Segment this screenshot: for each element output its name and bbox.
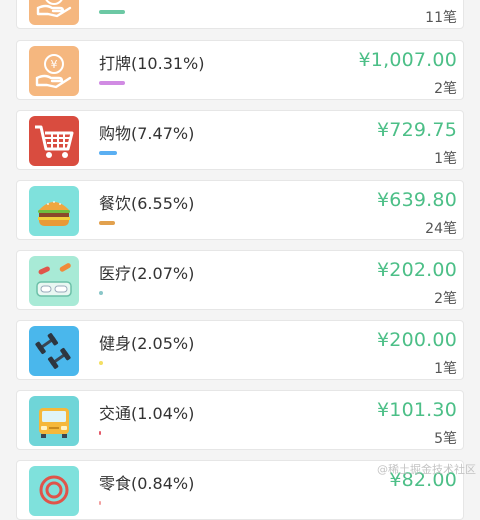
share-bar xyxy=(99,81,125,85)
svg-text:¥: ¥ xyxy=(51,58,58,71)
dumbbell-icon xyxy=(29,326,79,376)
transaction-count: 5笔 xyxy=(434,431,457,447)
hand-coin-icon xyxy=(29,0,79,25)
transaction-count: 2笔 xyxy=(434,291,457,307)
list-item[interactable]: 医疗(2.07%) ¥202.00 2笔 xyxy=(16,250,464,310)
category-name: 健身(2.05%) xyxy=(99,334,195,353)
list-item[interactable]: 购物(7.47%) ¥729.75 1笔 xyxy=(16,110,464,170)
watermark: @稀土掘金技术社区 xyxy=(377,463,476,476)
category-name: 交通(1.04%) xyxy=(99,404,195,423)
transaction-count: 1笔 xyxy=(434,151,457,167)
list-item[interactable]: 交通(1.04%) ¥101.30 5笔 xyxy=(16,390,464,450)
medicine-icon xyxy=(29,256,79,306)
list-item[interactable]: 餐饮(6.55%) ¥639.80 24笔 xyxy=(16,180,464,240)
category-amount: ¥200.00 xyxy=(377,329,457,351)
list-item[interactable]: 健身(2.05%) ¥200.00 1笔 xyxy=(16,320,464,380)
hand-coin-icon: ¥ xyxy=(29,46,79,96)
burger-icon xyxy=(29,186,79,236)
transaction-count: 1笔 xyxy=(434,361,457,377)
category-amount: ¥1,007.00 xyxy=(358,49,457,71)
transaction-count: 24笔 xyxy=(425,221,457,237)
list-item[interactable]: 11笔 xyxy=(16,0,464,29)
transaction-count: 2笔 xyxy=(434,81,457,97)
category-amount: ¥639.80 xyxy=(377,189,457,211)
category-name: 医疗(2.07%) xyxy=(99,264,195,283)
category-amount: ¥202.00 xyxy=(377,259,457,281)
share-bar xyxy=(99,501,101,505)
share-bar xyxy=(99,151,117,155)
share-bar xyxy=(99,10,125,14)
transaction-count: 11笔 xyxy=(425,10,457,26)
category-name: 零食(0.84%) xyxy=(99,474,195,493)
share-bar xyxy=(99,431,101,435)
share-bar xyxy=(99,291,103,295)
category-name: 购物(7.47%) xyxy=(99,124,195,143)
snack-icon xyxy=(29,466,79,516)
share-bar xyxy=(99,221,115,225)
category-amount: ¥101.30 xyxy=(377,399,457,421)
category-name: 餐饮(6.55%) xyxy=(99,194,195,213)
category-amount: ¥729.75 xyxy=(377,119,457,141)
category-name: 打牌(10.31%) xyxy=(99,54,205,73)
bus-icon xyxy=(29,396,79,446)
share-bar xyxy=(99,361,103,365)
shopping-cart-icon xyxy=(29,116,79,166)
list-item[interactable]: ¥ 打牌(10.31%) ¥1,007.00 2笔 xyxy=(16,40,464,100)
